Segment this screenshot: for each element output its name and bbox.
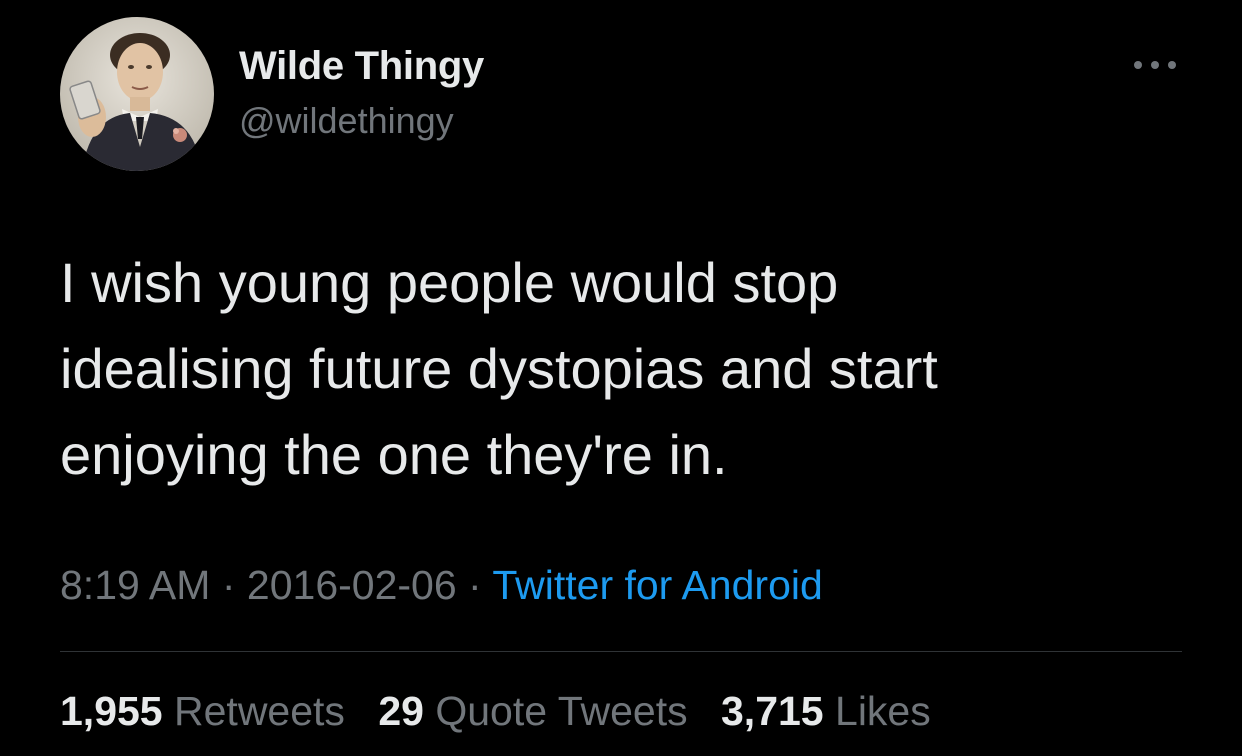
engagement-stats: 1,955 Retweets 29 Quote Tweets 3,715 Lik… (60, 688, 953, 735)
portrait-avatar-icon (60, 17, 214, 171)
retweets-label: Retweets (174, 688, 345, 734)
quote-tweets-label: Quote Tweets (435, 688, 688, 734)
more-options-icon (1134, 61, 1176, 69)
tweet-time[interactable]: 8:19 AM (60, 562, 210, 608)
quote-tweets-stat[interactable]: 29 Quote Tweets (378, 688, 687, 734)
likes-count: 3,715 (721, 688, 824, 734)
author-avatar[interactable] (60, 17, 214, 171)
tweet-text-line: enjoying the one they're in. (60, 423, 728, 486)
more-options-button[interactable] (1130, 52, 1180, 78)
tweet-text-line: idealising future dystopias and start (60, 337, 938, 400)
quote-tweets-count: 29 (378, 688, 424, 734)
retweets-count: 1,955 (60, 688, 163, 734)
likes-label: Likes (835, 688, 931, 734)
tweet-date[interactable]: 2016-02-06 (247, 562, 457, 608)
tweet-metadata: 8:19 AM · 2016-02-06 · Twitter for Andro… (60, 562, 823, 609)
tweet-text: I wish young people would stop idealisin… (60, 240, 1180, 498)
tweet-card: Wilde Thingy @wildethingy I wish young p… (0, 0, 1242, 756)
divider (60, 651, 1182, 652)
author-handle[interactable]: @wildethingy (239, 100, 454, 142)
retweets-stat[interactable]: 1,955 Retweets (60, 688, 345, 734)
author-display-name[interactable]: Wilde Thingy (239, 44, 484, 89)
meta-separator: · (468, 562, 482, 608)
tweet-source-link[interactable]: Twitter for Android (492, 562, 822, 608)
tweet-text-line: I wish young people would stop (60, 251, 839, 314)
meta-separator: · (221, 562, 236, 608)
likes-stat[interactable]: 3,715 Likes (721, 688, 931, 734)
